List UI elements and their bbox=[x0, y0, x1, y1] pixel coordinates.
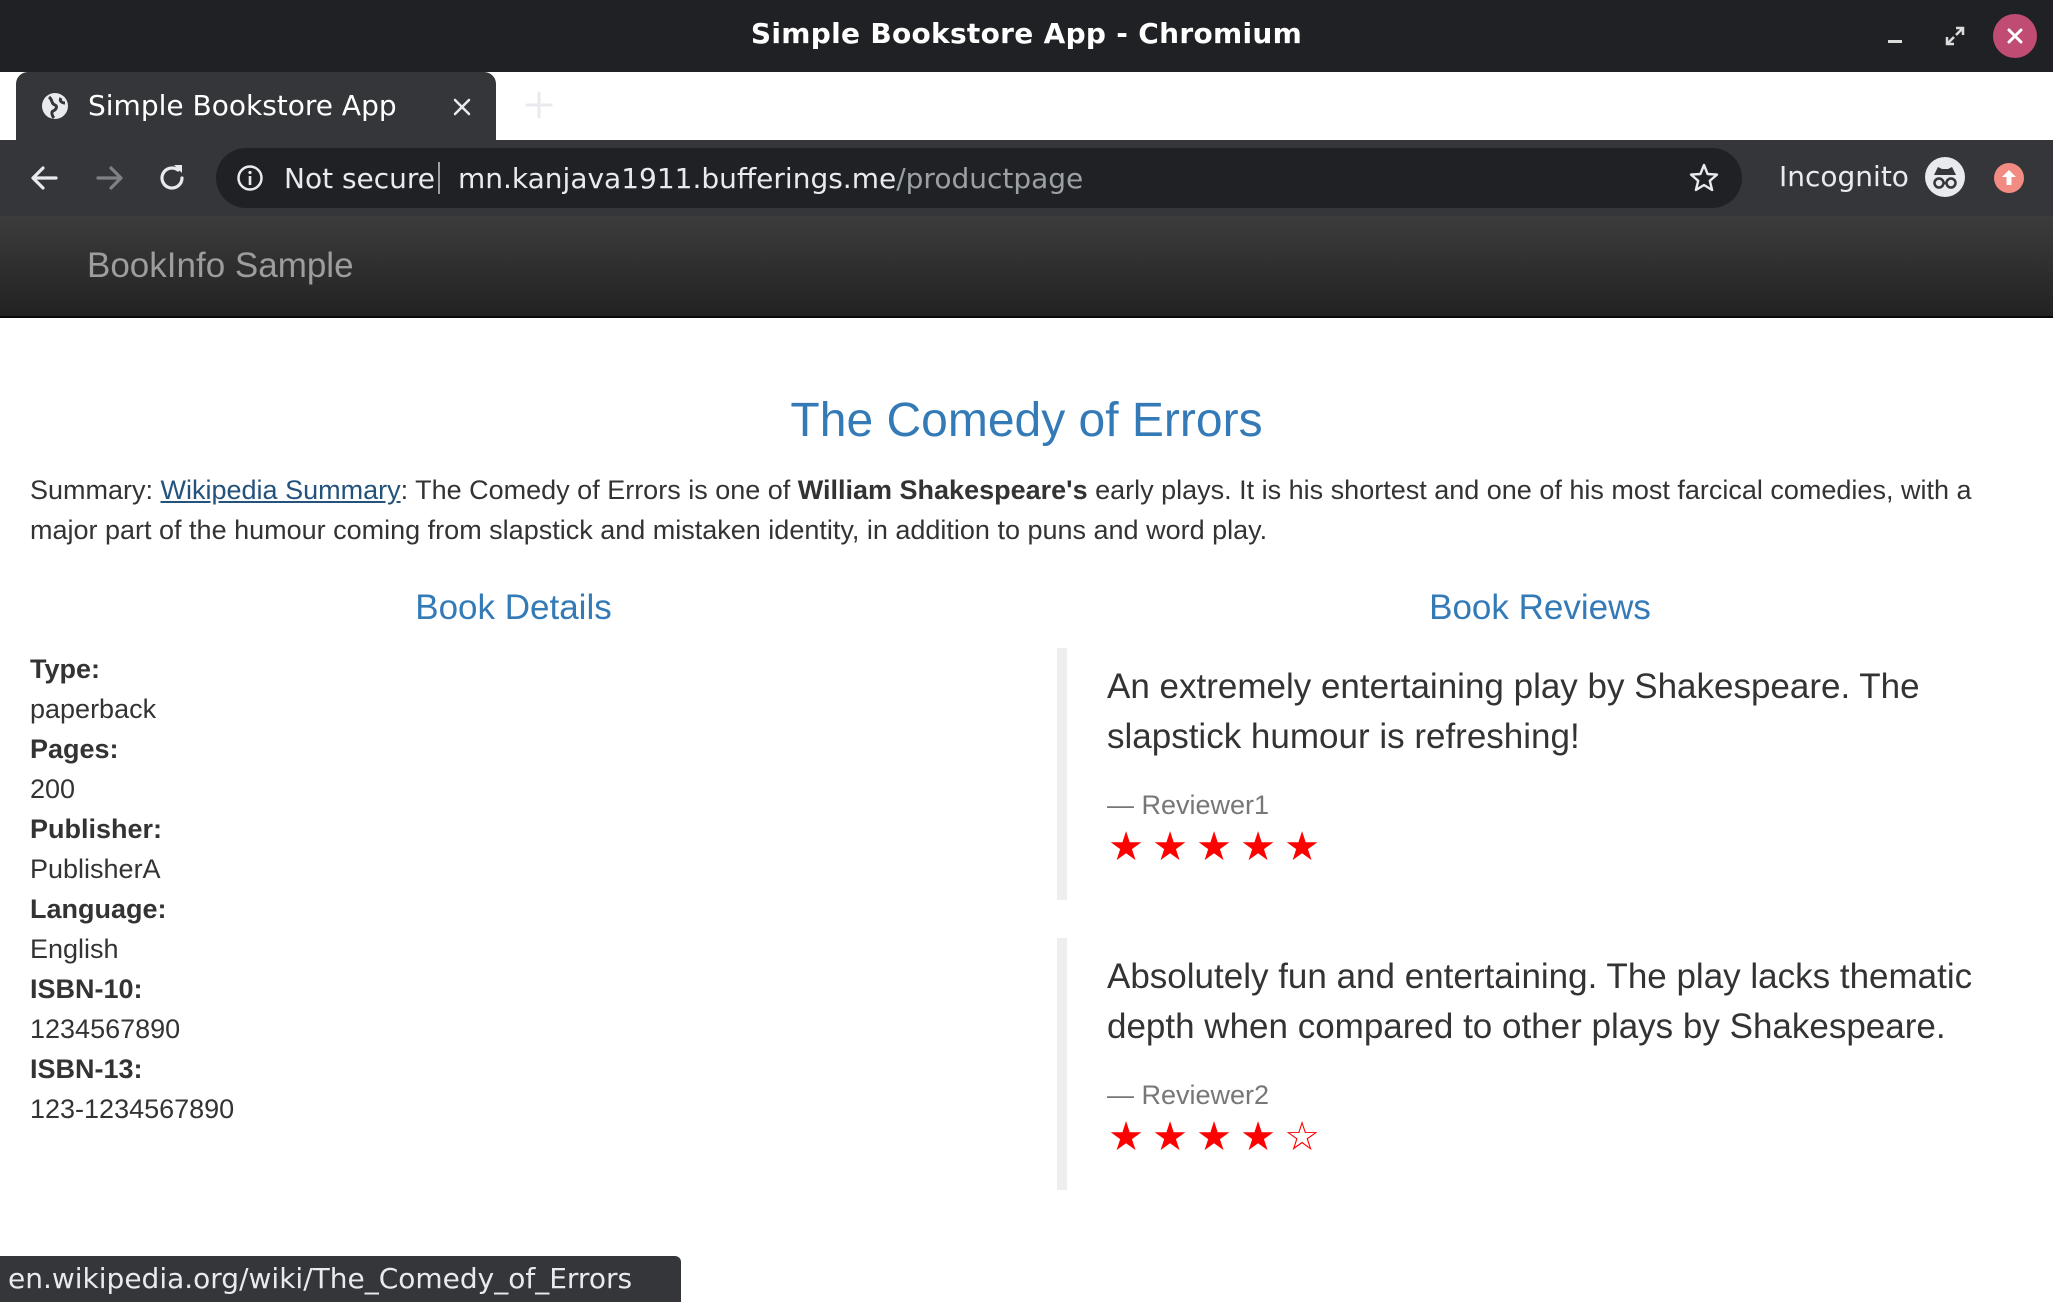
full-star-icon: ★ bbox=[1108, 824, 1146, 870]
full-star-icon: ★ bbox=[1240, 824, 1278, 870]
omnibox-divider bbox=[438, 162, 440, 194]
browser-tab[interactable]: Simple Bookstore App bbox=[16, 72, 496, 140]
review-text: Absolutely fun and entertaining. The pla… bbox=[1107, 957, 1973, 1046]
close-window-button[interactable] bbox=[1993, 14, 2037, 58]
reviewer-name: — Reviewer2 bbox=[1107, 1080, 1270, 1110]
summary-prefix: Summary: bbox=[30, 475, 161, 505]
full-star-icon: ★ bbox=[1108, 1114, 1146, 1160]
maximize-button[interactable] bbox=[1933, 14, 1977, 58]
window-title: Simple Bookstore App - Chromium bbox=[750, 17, 1303, 50]
bookmark-star-icon[interactable] bbox=[1688, 162, 1720, 194]
navbar-brand[interactable]: BookInfo Sample bbox=[87, 246, 354, 286]
book-summary: Summary: Wikipedia Summary: The Comedy o… bbox=[30, 470, 2030, 550]
star-rating: ★ ★ ★ ★ ★ bbox=[1105, 824, 1325, 870]
incognito-label[interactable]: Incognito bbox=[1779, 160, 1909, 193]
reload-icon[interactable] bbox=[153, 159, 191, 197]
review-text: An extremely entertaining play by Shakes… bbox=[1107, 667, 1920, 756]
detail-label-type: Type: bbox=[30, 654, 101, 684]
detail-value-publisher: PublisherA bbox=[30, 854, 161, 884]
detail-value-type: paperback bbox=[30, 694, 157, 724]
status-bubble: en.wikipedia.org/wiki/The_Comedy_of_Erro… bbox=[0, 1256, 681, 1302]
full-star-icon: ★ bbox=[1152, 824, 1190, 870]
full-star-icon: ★ bbox=[1240, 1114, 1278, 1160]
reviewer-name: — Reviewer1 bbox=[1107, 790, 1270, 820]
back-arrow-icon[interactable] bbox=[26, 159, 64, 197]
detail-label-language: Language: bbox=[30, 894, 167, 924]
update-icon[interactable] bbox=[1993, 162, 2025, 194]
minimize-button[interactable] bbox=[1873, 14, 1917, 58]
status-url-text: en.wikipedia.org/wiki/The_Comedy_of_Erro… bbox=[8, 1262, 633, 1295]
tab-close-icon[interactable] bbox=[449, 94, 475, 120]
detail-label-isbn10: ISBN-10: bbox=[30, 974, 143, 1004]
close-icon bbox=[2007, 28, 2023, 44]
full-star-icon: ★ bbox=[1284, 824, 1322, 870]
summary-author: William Shakespeare's bbox=[797, 475, 1088, 505]
summary-text-1: : The Comedy of Errors is one of bbox=[400, 475, 798, 505]
address-bar[interactable]: Not secure mn.kanjava1911.bufferings.me/… bbox=[216, 148, 1742, 208]
detail-value-isbn13: 123-1234567890 bbox=[30, 1094, 235, 1124]
detail-label-publisher: Publisher: bbox=[30, 814, 163, 844]
review-card: An extremely entertaining play by Shakes… bbox=[1057, 648, 2037, 900]
forward-arrow-icon[interactable] bbox=[90, 159, 128, 197]
wikipedia-summary-link[interactable]: Wikipedia Summary bbox=[161, 475, 401, 505]
empty-star-icon: ☆ bbox=[1284, 1114, 1322, 1160]
globe-icon bbox=[42, 93, 68, 120]
restore-icon bbox=[1945, 26, 1965, 46]
minimize-icon bbox=[1888, 40, 1902, 43]
info-icon[interactable] bbox=[236, 164, 264, 192]
detail-label-pages: Pages: bbox=[30, 734, 119, 764]
book-details-heading: Book Details bbox=[415, 588, 612, 627]
url-host: mn.kanjava1911.bufferings.me bbox=[458, 162, 897, 195]
incognito-icon[interactable] bbox=[1924, 156, 1966, 198]
book-title: The Comedy of Errors bbox=[790, 394, 1263, 447]
detail-value-isbn10: 1234567890 bbox=[30, 1014, 181, 1044]
review-card: Absolutely fun and entertaining. The pla… bbox=[1057, 938, 2037, 1190]
url-path: /productpage bbox=[896, 162, 1084, 195]
window-titlebar: Simple Bookstore App - Chromium Simple B… bbox=[0, 0, 2053, 140]
book-details-list: Type: paperback Pages: 200 Publisher: Pu… bbox=[30, 649, 930, 1129]
detail-value-pages: 200 bbox=[30, 774, 76, 804]
site-navbar: BookInfo Sample bbox=[0, 216, 2053, 318]
full-star-icon: ★ bbox=[1196, 1114, 1234, 1160]
browser-toolbar: Not secure mn.kanjava1911.bufferings.me/… bbox=[0, 140, 2053, 216]
detail-label-isbn13: ISBN-13: bbox=[30, 1054, 143, 1084]
book-reviews-heading: Book Reviews bbox=[1429, 588, 1651, 627]
full-star-icon: ★ bbox=[1196, 824, 1234, 870]
star-rating: ★ ★ ★ ★ ☆ bbox=[1105, 1114, 1325, 1160]
detail-value-language: English bbox=[30, 934, 119, 964]
tab-title: Simple Bookstore App bbox=[88, 89, 397, 122]
new-tab-icon[interactable] bbox=[522, 88, 556, 122]
url-text[interactable]: mn.kanjava1911.bufferings.me/productpage bbox=[458, 162, 1083, 195]
security-status-label[interactable]: Not secure bbox=[284, 162, 435, 195]
full-star-icon: ★ bbox=[1152, 1114, 1190, 1160]
